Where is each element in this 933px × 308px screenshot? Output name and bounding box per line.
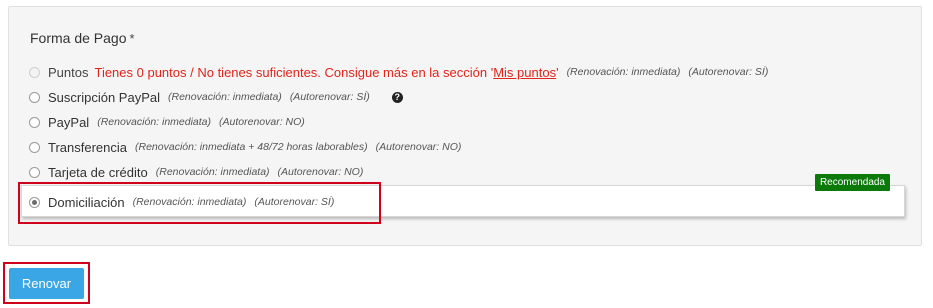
form-title: Forma de Pago * [30,30,135,46]
radio-transferencia[interactable] [29,141,40,153]
option-label-transferencia: Transferencia [48,139,127,155]
radio-suscripcion-paypal[interactable] [29,91,40,103]
autorenew-info: (Autorenovar: NO) [219,116,305,128]
payment-form-panel: Forma de Pago * Puntos Tienes 0 puntos / … [8,6,922,246]
payment-option-transferencia[interactable]: Transferencia (Renovación: inmediata + 4… [29,138,461,156]
radio-paypal[interactable] [29,116,40,128]
option-label-puntos: Puntos [48,64,89,80]
help-icon[interactable]: ? [391,91,403,103]
autorenew-info: (Autorenovar: NO) [375,141,462,153]
warning-text: Tienes 0 puntos / No tienes suficientes.… [94,64,494,80]
radio-puntos[interactable] [29,66,40,78]
radio-tarjeta-credito[interactable] [29,166,40,178]
payment-option-tarjeta-credito[interactable]: Tarjeta de crédito (Renovación: inmediat… [29,163,363,181]
autorenew-info: (Autorenovar: SÍ) [289,91,370,103]
autorenew-info: (Autorenovar: NO) [277,166,364,178]
autorenew-info: (Autorenovar: SÍ) [688,66,769,78]
option-label-paypal: PayPal [48,114,90,130]
highlight-box-submit [3,262,90,304]
renewal-info: (Renovación: inmediata + 48/72 horas lab… [135,141,368,153]
option-label-suscripcion-paypal: Suscripción PayPal [48,89,160,105]
form-title-label: Forma de Pago [30,30,127,46]
warning-suffix: ' [556,64,559,80]
renewal-info: (Renovación: inmediata) [97,116,212,128]
highlight-box-selected-option [18,182,381,224]
option-label-tarjeta-credito: Tarjeta de crédito [48,164,148,180]
renewal-info: (Renovación: inmediata) [566,66,681,78]
mis-puntos-link[interactable]: Mis puntos [493,65,556,80]
payment-option-puntos[interactable]: Puntos Tienes 0 puntos / No tienes sufic… [29,63,768,81]
renewal-info: (Renovación: inmediata) [155,166,270,178]
payment-option-suscripcion-paypal[interactable]: Suscripción PayPal (Renovación: inmediat… [29,88,403,106]
recommended-badge: Recomendada [814,174,890,191]
required-mark: * [129,31,135,46]
renewal-info: (Renovación: inmediata) [168,91,282,103]
payment-option-paypal[interactable]: PayPal (Renovación: inmediata) (Autoreno… [29,113,305,131]
insufficient-points-warning: Tienes 0 puntos / No tienes suficientes.… [94,65,558,80]
